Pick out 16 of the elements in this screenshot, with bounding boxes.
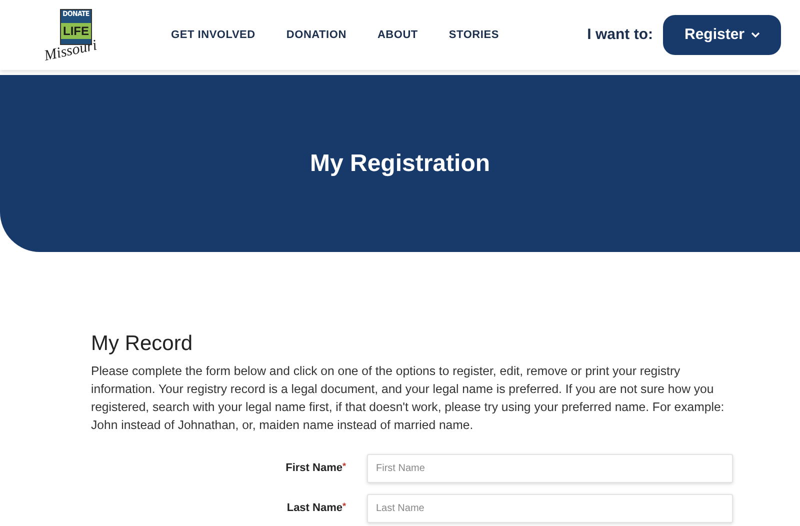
logo-text: LIFE [61,23,91,39]
text-field[interactable]: Last Name [367,494,733,523]
nav-link[interactable]: STORIES [448,26,499,44]
section-heading: My Record [91,331,194,357]
field-label: First Name* [284,460,346,476]
nav-link[interactable]: ABOUT [377,26,418,44]
text-field[interactable]: First Name [367,454,733,483]
page-title: My Registration [310,148,490,178]
nav-link[interactable]: GET INVOLVED [171,26,256,44]
nav-link[interactable]: DONATION [286,26,346,44]
chevron-down-icon [750,32,760,38]
cta-prompt: I want to: [587,24,653,45]
logo-script: Missouri [42,36,99,66]
section-description: Please complete the form below and click on one of the options to register, edit, remove or print your registry information. Your registry record is a legal document, and your legal name is preferred. If you are not sure how you registered, search with your legal name first, if that doesn't work, please try using your preferred name. For example: John instead of Johnathan, or, maiden name instead of married name. [91,363,726,434]
register-button[interactable]: Register [663,15,781,55]
field-label: Last Name* [286,500,346,516]
